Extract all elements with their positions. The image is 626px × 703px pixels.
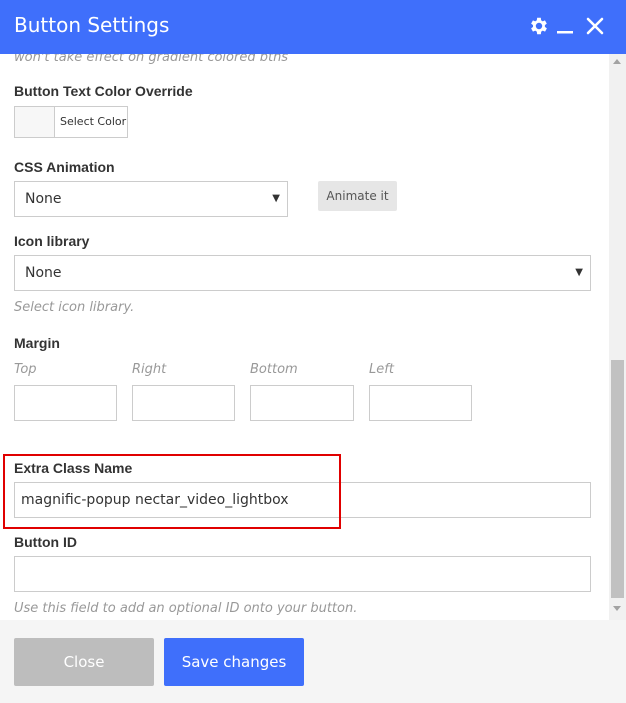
minimize-icon[interactable] <box>553 14 577 38</box>
title-bar: Button Settings <box>0 0 626 54</box>
save-changes-button[interactable]: Save changes <box>164 638 304 686</box>
icon-library-label: Icon library <box>14 233 90 249</box>
modal-footer: Close Save changes <box>0 620 626 703</box>
icon-library-value: None <box>25 265 62 281</box>
text-color-label: Button Text Color Override <box>14 83 193 99</box>
scrollbar[interactable] <box>609 54 626 620</box>
button-id-hint: Use this field to add an optional ID ont… <box>14 601 358 616</box>
margin-right-label: Right <box>132 362 167 377</box>
extra-class-input[interactable]: magnific-popup nectar_video_lightbox <box>14 482 591 518</box>
css-animation-value: None <box>25 191 62 207</box>
css-animation-select[interactable]: None ▼ <box>14 181 288 217</box>
animate-it-button[interactable]: Animate it <box>318 181 397 211</box>
margin-top-input[interactable] <box>14 385 117 421</box>
chevron-down-icon: ▼ <box>575 267 583 278</box>
margin-left-label: Left <box>369 362 394 377</box>
margin-label: Margin <box>14 335 60 351</box>
button-id-input[interactable] <box>14 556 591 592</box>
margin-left-input[interactable] <box>369 385 472 421</box>
select-color-button[interactable]: Select Color <box>14 106 128 138</box>
extra-class-label: Extra Class Name <box>14 460 133 476</box>
select-color-label: Select Color <box>60 115 127 128</box>
icon-library-select[interactable]: None ▼ <box>14 255 591 291</box>
scrollbar-thumb[interactable] <box>611 360 624 598</box>
margin-bottom-label: Bottom <box>250 362 298 377</box>
margin-bottom-input[interactable] <box>250 385 354 421</box>
margin-right-input[interactable] <box>132 385 235 421</box>
icon-library-hint: Select icon library. <box>14 300 135 315</box>
window-title: Button Settings <box>14 13 170 37</box>
gradient-hint: won't take effect on gradient colored bt… <box>14 54 289 65</box>
close-button[interactable]: Close <box>14 638 154 686</box>
button-id-label: Button ID <box>14 534 77 550</box>
gear-icon[interactable] <box>527 14 551 38</box>
scroll-up-arrow-icon[interactable] <box>613 59 621 64</box>
margin-top-label: Top <box>14 362 37 377</box>
scroll-down-arrow-icon[interactable] <box>613 606 621 611</box>
close-icon[interactable] <box>583 14 607 38</box>
color-swatch <box>15 107 55 137</box>
settings-panel: won't take effect on gradient colored bt… <box>0 54 610 620</box>
css-animation-label: CSS Animation <box>14 159 115 175</box>
chevron-down-icon: ▼ <box>272 193 280 204</box>
